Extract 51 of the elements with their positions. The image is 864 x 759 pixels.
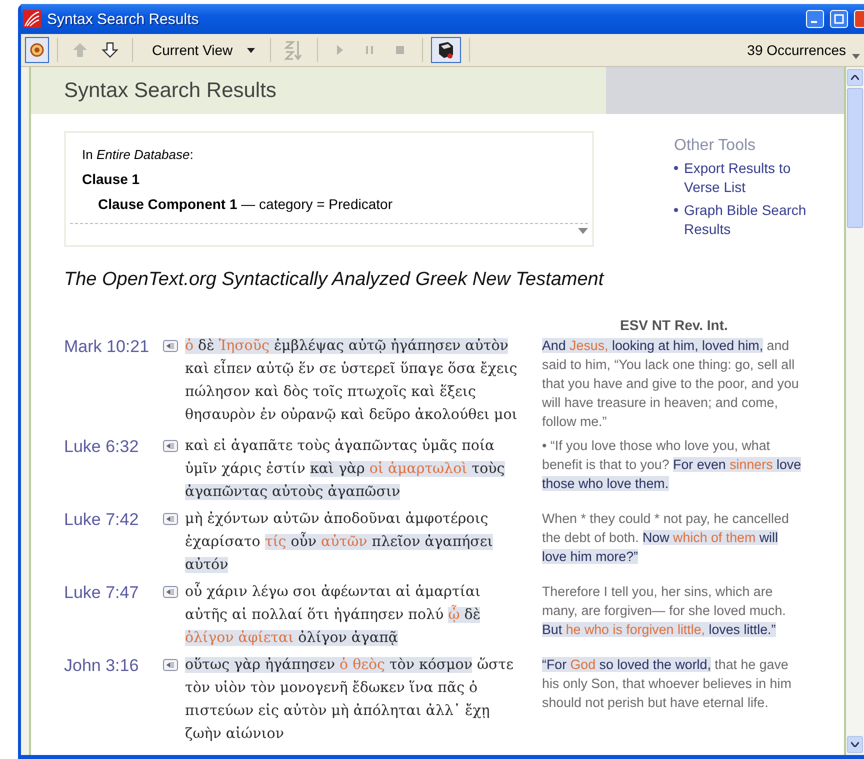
sort-icon: [284, 39, 304, 61]
maximize-button[interactable]: [830, 10, 848, 28]
clause-label: Clause 1: [82, 171, 141, 187]
verse-reference[interactable]: Mark 10:21: [64, 335, 163, 431]
verse-reference[interactable]: John 3:16: [64, 654, 163, 746]
up-arrow-icon: [71, 41, 89, 59]
english-verse-text: Therefore I tell you, her sins, which are many, are forgiven— for she loved much. But he who is forgiven little, loves little.”: [542, 583, 787, 639]
greek-verse-text: ὁ δὲ Ἰησοῦς ἐμβλέψας αὐτῷ ἠγάπησεν αὐτὸν καὶ εἶπεν αὐτῷ ἕν σε ὑστερεῖ ὕπαγε ὅσα ἔχεις πώλησον καὶ δὸς τοῖς πτωχοῖς καὶ ἕξεις θησαυρὸν ἐν οὐρανῷ καὶ δεῦρο ἀκολούθει μοι: [185, 337, 518, 425]
expand-icon[interactable]: [578, 228, 588, 234]
english-verse-text: And Jesus, looking at him, loved him, and said to him, “You lack one thing: go, sell all that you have and give to the poor, and you will have treasure in heaven; and come, follow me.”: [542, 337, 800, 431]
verse-menu-icon[interactable]: [163, 513, 178, 525]
verse-menu-icon[interactable]: [163, 586, 178, 598]
scroll-up-icon[interactable]: [851, 75, 859, 80]
scrollbar[interactable]: [846, 67, 864, 755]
bullet-icon: [674, 166, 678, 170]
caret-icon[interactable]: [852, 54, 860, 58]
verse-reference[interactable]: Luke 7:47: [64, 581, 163, 650]
target-button[interactable]: [25, 37, 49, 63]
view-dropdown[interactable]: Current View: [141, 37, 262, 63]
clause-component: Clause Component 1 — category = Predicator: [97, 196, 394, 212]
greek-verse-text: οὕτως γὰρ ἠγάπησεν ὁ θεὸς τὸν κόσμον ὥστε τὸν υἱὸν τὸν μονογενῆ ἔδωκεν ἵνα πᾶς ὁ πιστεύων εἰς αὐτὸν μὴ ἀπόληται ἀλλ᾽ ἔχῃ ζωὴν αἰώνιον: [185, 656, 514, 744]
verse-menu-icon[interactable]: [163, 659, 178, 671]
down-arrow-icon: [101, 41, 119, 59]
window-title: Syntax Search Results: [47, 10, 200, 28]
english-verse-text: “For God so loved the world, that he gave his only Son, that whoever believes in him should not perish but have eternal life.: [542, 656, 792, 712]
verse-reference[interactable]: Luke 7:42: [64, 508, 163, 577]
english-verse-text: • “If you love those who love you, what benefit is that to you? For even sinners love those who love them.: [542, 437, 802, 493]
target-icon: [30, 43, 44, 57]
bullet-icon: [674, 208, 678, 212]
app-logo-icon: [23, 10, 41, 28]
stop-icon: [396, 46, 404, 54]
caret-icon: [246, 48, 255, 52]
english-verse-text: When * they could * not pay, he cancelled the debt of both. Now which of them will love him more?”: [542, 510, 790, 566]
close-button[interactable]: [854, 10, 864, 28]
tool-link[interactable]: Graph Bible Search Results: [684, 201, 824, 239]
scroll-down-icon[interactable]: [851, 742, 859, 747]
tool-link[interactable]: Export Results to Verse List: [684, 159, 824, 197]
maximize-icon: [834, 14, 844, 24]
search-scope: In Entire Database:: [82, 147, 194, 162]
occurrence-count: 39 Occurrences: [747, 42, 847, 58]
corpus-title: The OpenText.org Syntactically Analyzed Greek New Testament: [64, 269, 606, 291]
pause-icon: [366, 46, 374, 54]
scroll-thumb[interactable]: [847, 88, 863, 228]
minimize-button[interactable]: [806, 10, 824, 28]
play-icon: [336, 45, 344, 55]
verse-menu-icon[interactable]: [163, 340, 178, 352]
verse-menu-icon[interactable]: [163, 440, 178, 452]
page-heading: Syntax Search Results: [31, 67, 606, 114]
verse-reference[interactable]: Luke 6:32: [64, 435, 163, 504]
other-tools-title: Other Tools: [674, 137, 757, 155]
translation-header: ESV NT Rev. Int.: [620, 317, 729, 333]
